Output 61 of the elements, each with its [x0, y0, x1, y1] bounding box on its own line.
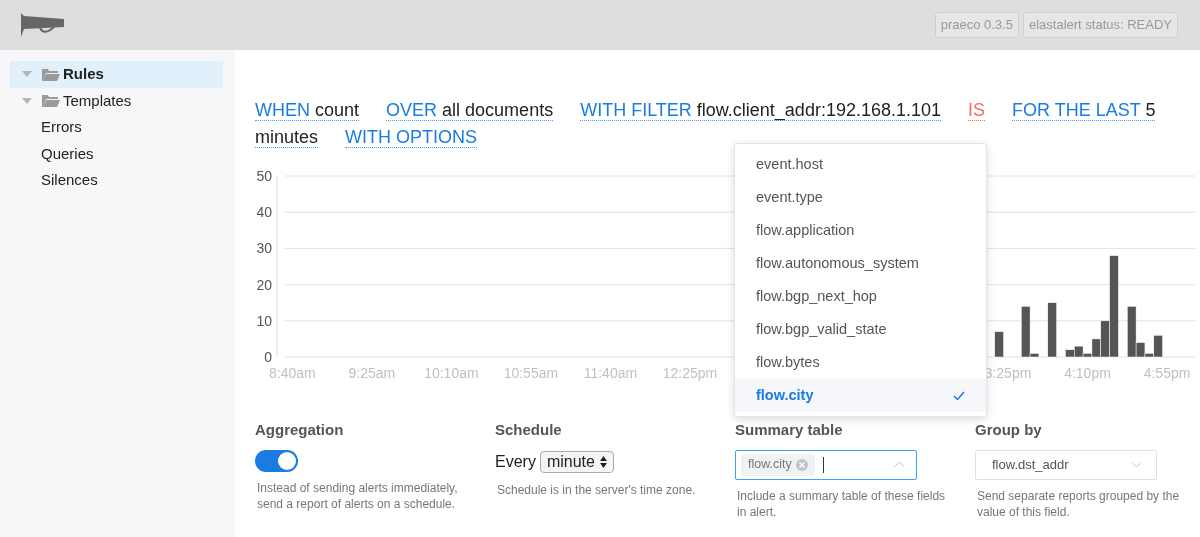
help-text: Schedule is in the server's time zone.: [496, 481, 697, 498]
field-tag[interactable]: flow.city: [741, 453, 815, 476]
bar: [1047, 302, 1057, 358]
every-label: Every: [495, 451, 536, 472]
x-axis-label: 10:10am: [424, 365, 479, 381]
remove-icon[interactable]: [795, 458, 808, 471]
x-axis-label: 8:40am: [269, 365, 316, 381]
caret-icon[interactable]: [22, 70, 32, 79]
section-label: Summary table: [735, 420, 844, 440]
rule-clause-link[interactable]: WITH FILTER flow.client_addr:192.168.1.101: [580, 100, 941, 121]
x-axis-label: 4:55pm: [1143, 365, 1191, 381]
toggle-switch[interactable]: [255, 449, 298, 472]
x-axis-label: 9:25am: [348, 365, 396, 381]
x-axis-label: 4:10pm: [1064, 365, 1111, 381]
help-text: Instead of sending alerts immediately, send a report of alerts on a schedule.: [256, 479, 459, 512]
sidebar-item[interactable]: Queries: [10, 140, 223, 167]
dropdown-option[interactable]: flow.application: [735, 214, 986, 247]
sidebar-item[interactable]: Rules: [10, 61, 223, 88]
chevron-down-icon: [1131, 461, 1142, 468]
y-axis-label: 50: [256, 168, 272, 184]
updown-icon: [599, 455, 607, 468]
unit-select[interactable]: minute: [539, 450, 614, 473]
y-axis-label: 0: [264, 349, 272, 365]
dropdown-option[interactable]: flow.bytes: [735, 346, 986, 379]
sidebar-item[interactable]: Templates: [10, 87, 223, 114]
x-axis-label: 11:40am: [583, 365, 638, 381]
status-badge: elastalert status: READY: [1022, 12, 1178, 38]
rule-clause-link[interactable]: OVER all documents: [386, 100, 554, 121]
help-text: Include a summary table of these fields in alert.: [736, 487, 947, 520]
group-by-select[interactable]: flow.dst_addr: [975, 449, 1157, 480]
section-label: Schedule: [495, 420, 563, 440]
check-icon: [953, 390, 965, 401]
help-text: Send separate reports grouped by the value of this field.: [976, 487, 1180, 520]
caret-icon[interactable]: [22, 96, 32, 105]
dropdown-option[interactable]: flow.bgp_valid_state: [735, 313, 986, 346]
rule-clause-link[interactable]: WHEN count: [255, 100, 360, 121]
bar: [994, 331, 1004, 358]
rule-clause-link[interactable]: WITH OPTIONS: [345, 127, 478, 148]
y-axis-label: 10: [256, 312, 272, 329]
sidebar-item[interactable]: Errors: [10, 114, 223, 141]
section-label: Group by: [975, 420, 1043, 440]
dropdown-option[interactable]: event.type: [735, 181, 986, 214]
x-axis-label: 3:25pm: [984, 365, 1032, 381]
tag-input-field[interactable]: flow.city: [735, 449, 917, 480]
x-axis-label: 10:55am: [503, 365, 559, 381]
text-cursor: [822, 456, 824, 473]
y-axis-label: 30: [256, 240, 272, 257]
dropdown-option[interactable]: flow.autonomous_system: [735, 247, 986, 280]
dropdown-option[interactable]: flow.city: [735, 379, 986, 412]
y-axis-label: 20: [256, 276, 272, 293]
folder-icon: [42, 67, 60, 81]
section-label: Aggregation: [255, 420, 345, 440]
y-axis-label: 40: [256, 204, 272, 221]
horn-logo-icon[interactable]: [20, 13, 65, 37]
x-axis-label: 12:25pm: [662, 365, 718, 381]
dropdown-option[interactable]: flow.bgp_next_hop: [735, 280, 986, 313]
chevron-up-icon: [894, 461, 905, 468]
dropdown-option[interactable]: event.host: [735, 148, 986, 181]
folder-icon: [42, 94, 60, 108]
sidebar-item[interactable]: Silences: [10, 167, 223, 194]
status-badge: praeco 0.3.5: [934, 12, 1019, 38]
